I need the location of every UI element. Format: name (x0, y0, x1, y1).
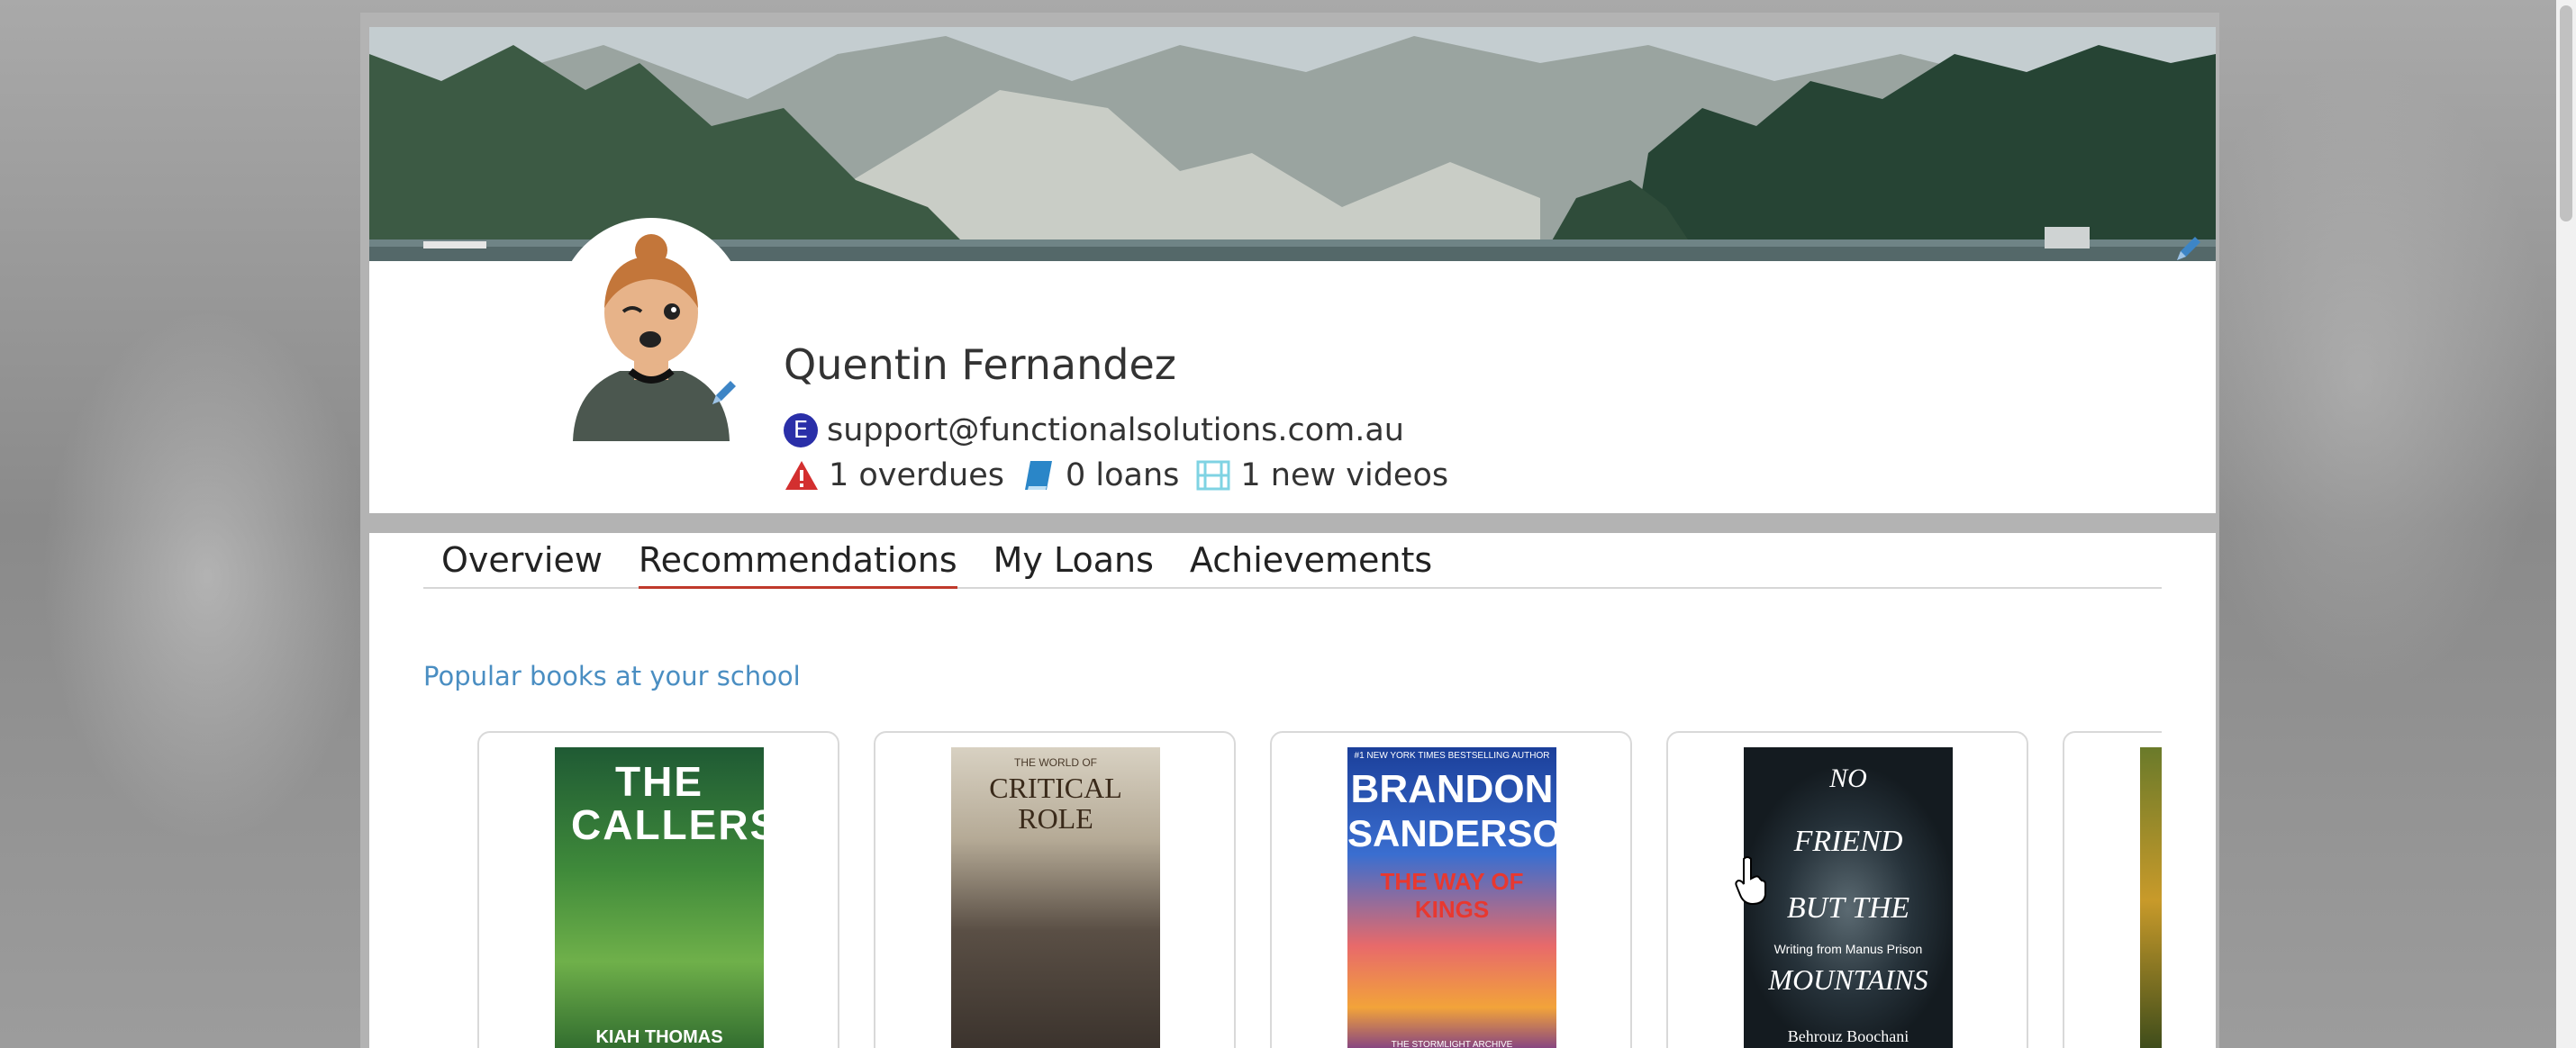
loans-label: 0 loans (1066, 457, 1180, 493)
page-scrollbar[interactable] (2556, 0, 2576, 1048)
cover-title-line2: FRIEND (1793, 825, 1903, 858)
email-text: support@functionalsolutions.com.au (827, 412, 1404, 448)
book-card[interactable]: THE CALLERS KIAH THOMAS (477, 731, 839, 1048)
tab-overview[interactable]: Overview (441, 540, 603, 587)
overdues-stat[interactable]: 1 overdues (784, 457, 1004, 493)
cover-subtitle: Writing from Manus Prison (1773, 942, 1923, 956)
overdues-label: 1 overdues (829, 457, 1004, 493)
cover-title: CRITICAL ROLE (989, 772, 1122, 835)
edit-banner-button[interactable] (2171, 232, 2207, 268)
book-card[interactable]: #1 NEW YORK TIMES BESTSELLING AUTHOR BRA… (1270, 731, 1632, 1048)
section-heading: Popular books at your school (423, 661, 801, 691)
cover-subtitle: THE WAY OF KINGS (1380, 868, 1524, 923)
content-card: Overview Recommendations My Loans Achiev… (369, 533, 2216, 1048)
profile-card: Quentin Fernandez E support@functionalso… (369, 27, 2216, 513)
loans-stat[interactable]: 0 loans (1020, 457, 1179, 493)
pencil-icon (709, 377, 739, 412)
cover-kicker: THE WORLD OF (1014, 756, 1097, 769)
email-badge: E (784, 413, 818, 447)
cover-author: KIAH THOMAS (595, 1027, 723, 1047)
cover-title: THE CALLERS (571, 758, 764, 848)
cover-title-line1: NO (1829, 763, 1867, 793)
film-icon (1195, 457, 1231, 493)
hand-cursor-icon (1735, 856, 1766, 906)
tab-achievements[interactable]: Achievements (1190, 540, 1432, 587)
cover-kicker: #1 NEW YORK TIMES BESTSELLING AUTHOR (1354, 751, 1550, 761)
book-cover: #1 NEW YORK TIMES BESTSELLING AUTHOR BRA… (1347, 747, 1556, 1048)
book-cover (2140, 747, 2162, 1048)
cover-author: Behrouz Boochani (1787, 1027, 1909, 1045)
stats-row: 1 overdues 0 loans 1 new videos (784, 457, 1465, 493)
email-row: E support@functionalsolutions.com.au (784, 412, 1404, 448)
scrollbar-thumb[interactable] (2560, 5, 2572, 221)
cover-title-line4: MOUNTAINS (1768, 963, 1928, 996)
book-cover: NO FRIEND BUT THE Writing from Manus Pri… (1744, 747, 1953, 1048)
book-carousel: THE CALLERS KIAH THOMAS THE WORLD OF CRI… (477, 731, 2162, 1048)
pencil-icon (2173, 233, 2204, 268)
edit-avatar-button[interactable] (706, 376, 742, 412)
cover-footer: THE STORMLIGHT ARCHIVE (1391, 1040, 1513, 1048)
profile-name: Quentin Fernandez (784, 340, 1176, 389)
book-cover: THE CALLERS KIAH THOMAS (555, 747, 764, 1048)
book-cover: THE WORLD OF CRITICAL ROLE (951, 747, 1160, 1048)
tab-bar: Overview Recommendations My Loans Achiev… (423, 533, 2162, 589)
videos-stat[interactable]: 1 new videos (1195, 457, 1448, 493)
book-card[interactable]: THE WORLD OF CRITICAL ROLE (874, 731, 1236, 1048)
cover-title-line3: BUT THE (1786, 891, 1910, 925)
book-card[interactable] (2063, 731, 2162, 1048)
book-icon (1020, 457, 1057, 493)
tab-my-loans[interactable]: My Loans (993, 540, 1154, 587)
cover-title-line2: SANDERSON (1347, 812, 1556, 854)
warning-icon (784, 457, 820, 493)
tab-recommendations[interactable]: Recommendations (638, 540, 957, 589)
book-card[interactable]: NO FRIEND BUT THE Writing from Manus Pri… (1666, 731, 2028, 1048)
cover-title-line1: BRANDON (1350, 767, 1554, 811)
videos-label: 1 new videos (1240, 457, 1449, 493)
